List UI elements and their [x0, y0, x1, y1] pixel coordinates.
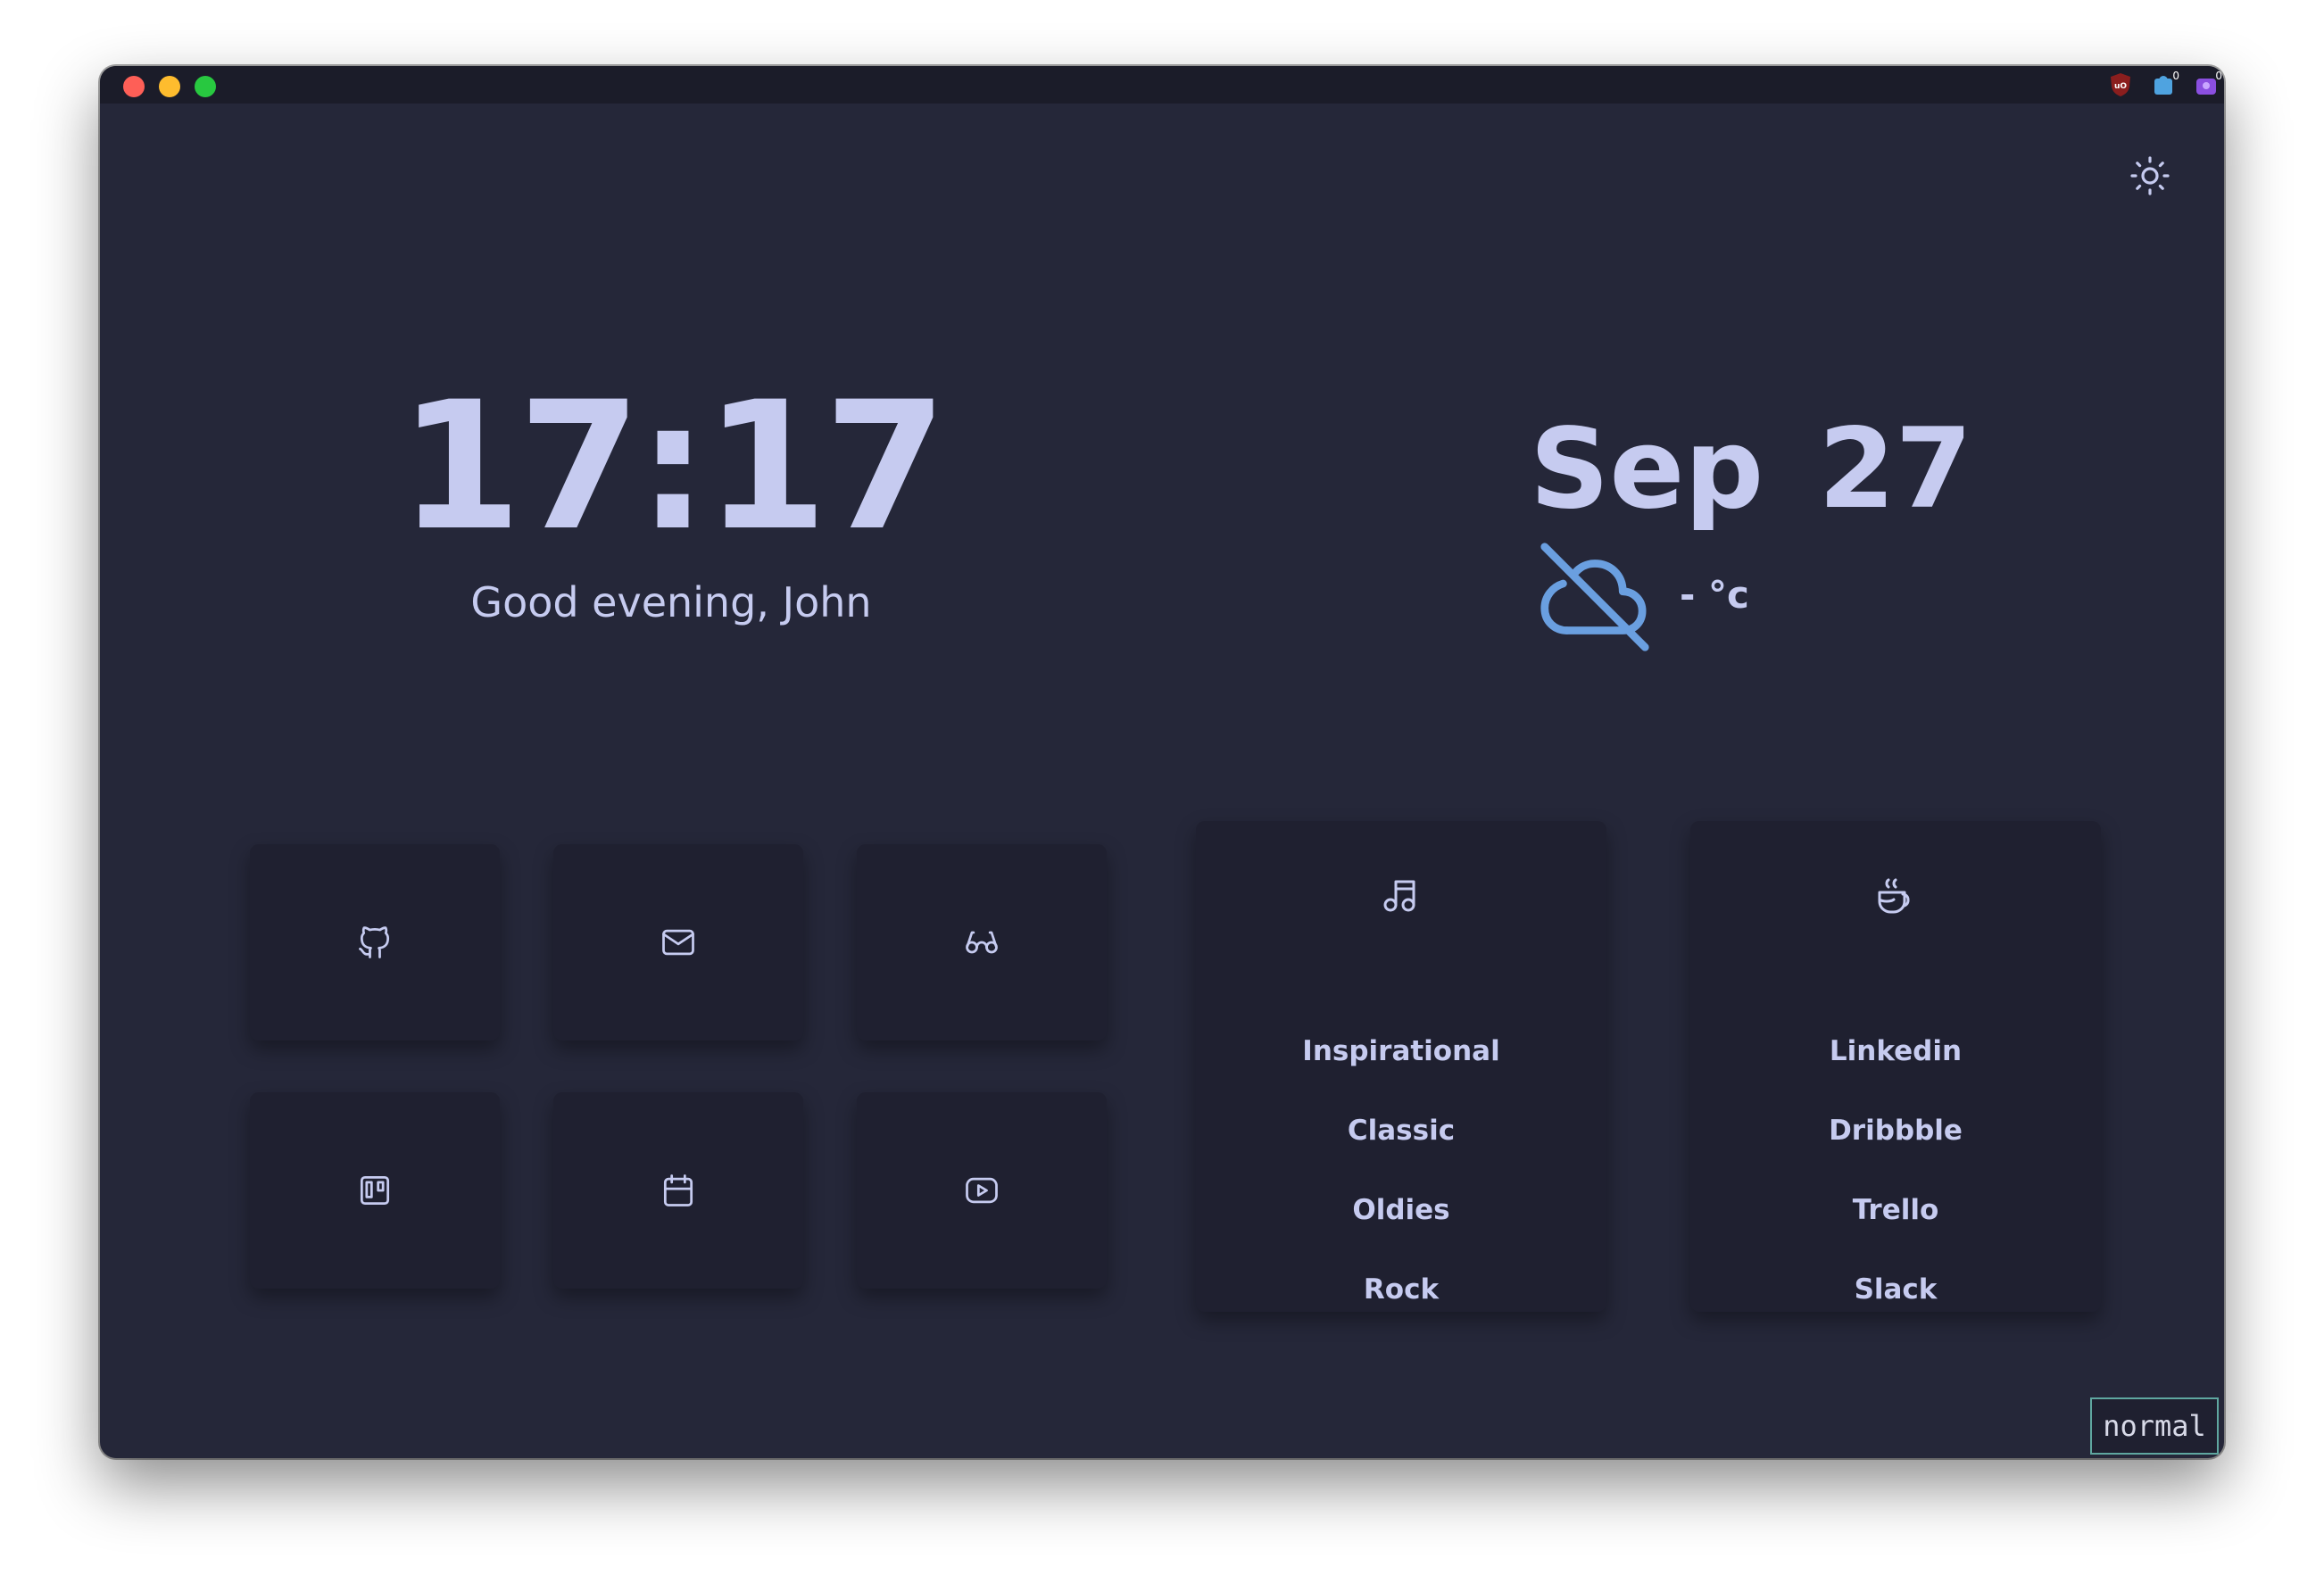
work-card: Linkedin Dribbble Trello Slack	[1690, 821, 2101, 1312]
calendar-icon	[663, 1174, 693, 1206]
music-note-icon	[1383, 880, 1415, 912]
music-item-inspirational[interactable]: Inspirational	[1196, 1035, 1606, 1067]
trello-shortcut[interactable]	[250, 1092, 500, 1289]
date-display: Sep 27	[1530, 405, 1972, 534]
calendar-shortcut[interactable]	[553, 1092, 803, 1289]
music-item-rock[interactable]: Rock	[1196, 1273, 1606, 1306]
zoom-window-button[interactable]	[195, 76, 216, 97]
title-bar: uO 0 0	[100, 66, 2224, 104]
purple-extension-icon[interactable]: 0	[2194, 70, 2222, 98]
sun-icon	[2130, 156, 2170, 195]
vim-mode-indicator: normal	[2090, 1397, 2219, 1455]
cloud-off-icon	[1528, 530, 1662, 664]
clock-time: 17:17	[398, 363, 947, 569]
blue-extension-icon[interactable]: 0	[2151, 70, 2179, 98]
work-item-trello[interactable]: Trello	[1690, 1194, 2101, 1226]
mail-shortcut[interactable]	[553, 844, 803, 1041]
github-icon	[359, 926, 390, 958]
mail-icon	[662, 929, 694, 956]
trello-icon	[360, 1175, 390, 1206]
music-item-classic[interactable]: Classic	[1196, 1115, 1606, 1147]
browser-window: uO 0 0 17:17 Good evening, John Sep 27 -…	[100, 66, 2224, 1458]
extension-badge: 0	[2215, 70, 2222, 82]
reading-shortcut[interactable]	[857, 844, 1107, 1041]
theme-toggle-button[interactable]	[2126, 152, 2174, 200]
coffee-cup-icon	[1878, 878, 1910, 914]
work-item-slack[interactable]: Slack	[1690, 1273, 2101, 1306]
ublock-shield-icon[interactable]: uO	[2108, 71, 2133, 98]
extension-badge: 0	[2172, 70, 2179, 82]
youtube-icon	[966, 1177, 998, 1204]
glasses-icon	[966, 931, 998, 954]
svg-text:uO: uO	[2114, 82, 2127, 91]
music-item-oldies[interactable]: Oldies	[1196, 1194, 1606, 1226]
music-card: Inspirational Classic Oldies Rock	[1196, 821, 1606, 1312]
temperature-text: - °c	[1680, 573, 1749, 617]
close-window-button[interactable]	[123, 76, 145, 97]
minimize-window-button[interactable]	[159, 76, 180, 97]
greeting-text: Good evening, John	[470, 578, 872, 626]
github-shortcut[interactable]	[250, 844, 500, 1041]
youtube-shortcut[interactable]	[857, 1092, 1107, 1289]
work-item-linkedin[interactable]: Linkedin	[1690, 1035, 2101, 1067]
work-item-dribbble[interactable]: Dribbble	[1690, 1115, 2101, 1147]
